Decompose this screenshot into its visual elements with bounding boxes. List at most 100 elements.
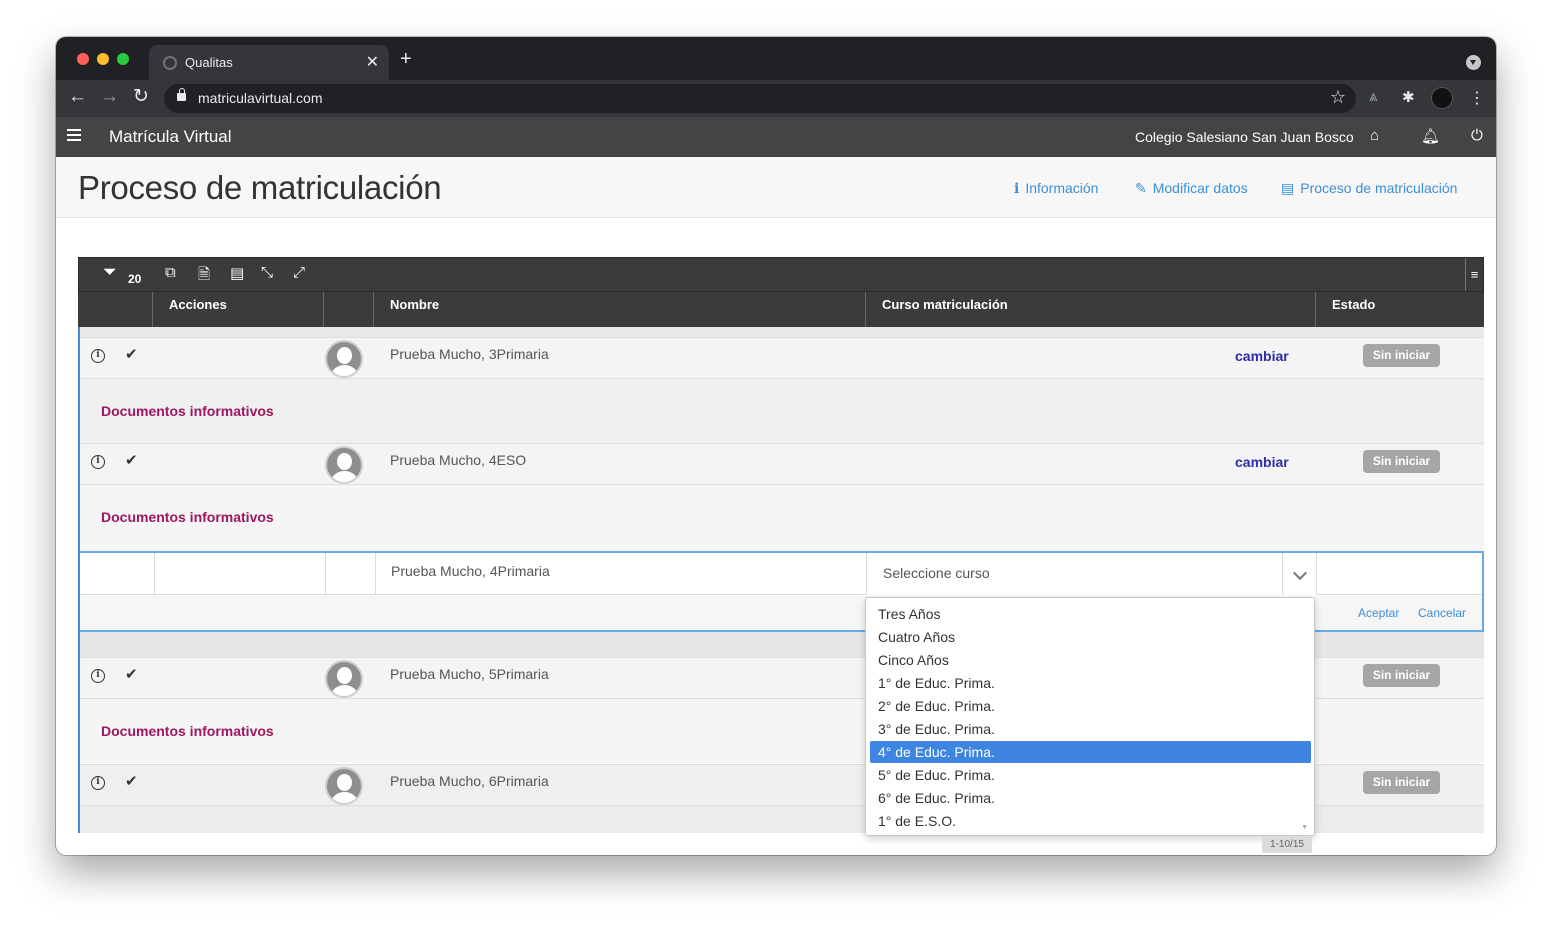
status-badge: Sin iniciar xyxy=(1363,664,1440,687)
info-icon: i xyxy=(1014,181,1020,197)
header-nombre[interactable]: Nombre xyxy=(373,292,865,327)
edit-row-fields: Prueba Mucho, 4Primaria Seleccione curso xyxy=(80,553,1482,595)
page-title: Proceso de matriculación xyxy=(78,169,442,206)
column-menu-icon[interactable]: ≡ xyxy=(1465,258,1483,291)
header-curso[interactable]: Curso matriculación xyxy=(865,292,1315,327)
avatar xyxy=(325,660,363,698)
header-avatar xyxy=(323,292,373,327)
header-acciones[interactable]: Acciones xyxy=(152,292,323,327)
info-documents-link[interactable]: Documentos informativos xyxy=(101,723,274,739)
puzzle-icon[interactable]: ✱ xyxy=(1402,88,1415,106)
copy-icon[interactable]: ⧉ xyxy=(165,264,176,281)
course-select[interactable]: Seleccione curso xyxy=(866,553,1317,595)
pdf-icon[interactable]: 🗎︎ xyxy=(198,264,210,289)
home-icon[interactable]: ⌂ xyxy=(1370,127,1379,144)
docs-row: Documentos informativos xyxy=(80,379,1484,443)
forward-icon[interactable]: → xyxy=(100,86,119,108)
info-documents-link[interactable]: Documentos informativos xyxy=(101,403,274,419)
enrollment-process-link[interactable]: ▤ Proceso de matriculación xyxy=(1281,180,1457,197)
hamburger-menu-icon[interactable] xyxy=(67,129,81,141)
check-icon[interactable]: ✔ xyxy=(125,772,138,790)
edit-icon: ✎ xyxy=(1135,180,1147,196)
check-icon[interactable]: ✔ xyxy=(125,451,138,469)
header-info xyxy=(78,292,152,327)
avatar xyxy=(325,767,363,805)
tab-strip: Qualitas ✕ + xyxy=(56,37,1496,80)
course-option[interactable]: 2° de Educ. Prima. xyxy=(870,695,1311,717)
school-name: Colegio Salesiano San Juan Bosco xyxy=(1135,129,1354,145)
window-controls xyxy=(77,53,129,65)
lock-icon xyxy=(177,88,186,101)
chevron-down-icon[interactable] xyxy=(1282,553,1316,595)
course-option[interactable]: 1° de Educ. Prima. xyxy=(870,672,1311,694)
info-link-label: Información xyxy=(1025,180,1099,196)
minimize-window-button[interactable] xyxy=(97,53,109,65)
table-row[interactable]: i ✔ Prueba Mucho, 3Primaria cambiar Sin … xyxy=(80,337,1484,379)
bookmark-star-icon[interactable]: ☆ xyxy=(1330,87,1346,108)
grid-header: Acciones Nombre Curso matriculación Esta… xyxy=(78,292,1484,327)
browser-tab[interactable]: Qualitas ✕ xyxy=(149,45,389,80)
course-option[interactable]: 3° de Educ. Prima. xyxy=(870,718,1311,740)
info-link[interactable]: i Información xyxy=(1014,180,1098,197)
enrollment-process-label: Proceso de matriculación xyxy=(1300,180,1458,196)
info-documents-link[interactable]: Documentos informativos xyxy=(101,509,274,525)
back-icon[interactable]: ← xyxy=(68,86,87,108)
expand-icon[interactable]: ⤢ xyxy=(293,264,305,281)
edit-data-label: Modificar datos xyxy=(1152,180,1248,196)
tab-search-icon[interactable] xyxy=(1466,55,1481,70)
page-header: Proceso de matriculación i Información ✎ M… xyxy=(56,157,1496,218)
id-card-icon: ▤ xyxy=(1281,180,1295,196)
accept-button[interactable]: Aceptar xyxy=(1358,606,1399,620)
reload-icon[interactable]: ↻ xyxy=(133,86,149,108)
course-dropdown-list: Tres Años Cuatro Años Cinco Años 1° de Educ… xyxy=(865,597,1315,836)
course-option[interactable]: Cuatro Años xyxy=(870,626,1311,648)
student-name: Prueba Mucho, 6Primaria xyxy=(390,773,549,789)
check-icon[interactable]: ✔ xyxy=(125,345,138,363)
url-text: matriculavirtual.com xyxy=(198,90,323,106)
status-badge: Sin iniciar xyxy=(1363,450,1440,473)
power-icon[interactable]: ⏻ xyxy=(1471,127,1483,144)
student-name: Prueba Mucho, 4Primaria xyxy=(391,563,550,579)
profile-avatar[interactable] xyxy=(1431,87,1453,109)
info-circle-icon[interactable]: i xyxy=(91,455,105,469)
bell-icon[interactable]: 🔔︎ xyxy=(1421,127,1440,145)
check-icon[interactable]: ✔ xyxy=(125,665,138,683)
globe-icon xyxy=(163,56,177,70)
browser-menu-icon[interactable]: ⋮ xyxy=(1469,88,1485,108)
student-name: Prueba Mucho, 4ESO xyxy=(390,452,527,468)
document-icon[interactable]: ▤ xyxy=(230,264,244,282)
info-circle-icon[interactable]: i xyxy=(91,349,105,363)
course-option[interactable]: Cinco Años xyxy=(870,649,1311,671)
filter-icon[interactable]: ⏷ xyxy=(103,262,117,282)
cell-divider xyxy=(154,553,155,595)
row-spacer xyxy=(80,327,1484,337)
course-option[interactable]: 4° de Educ. Prima. xyxy=(870,741,1311,763)
close-tab-icon[interactable]: ✕ xyxy=(366,52,379,72)
info-circle-icon[interactable]: i xyxy=(91,669,105,683)
change-course-link[interactable]: cambiar xyxy=(1235,348,1289,364)
course-option[interactable]: Tres Años xyxy=(870,603,1311,625)
scroll-down-icon[interactable]: ▼ xyxy=(1301,824,1308,831)
close-window-button[interactable] xyxy=(77,53,89,65)
course-option[interactable]: 1° de E.S.O. xyxy=(870,810,1311,832)
edit-data-link[interactable]: ✎ Modificar datos xyxy=(1135,180,1248,197)
info-circle-icon[interactable]: i xyxy=(91,776,105,790)
docs-row: Documentos informativos xyxy=(80,485,1484,551)
browser-window: Qualitas ✕ + ← → ↻ matriculavirtual.com … xyxy=(56,37,1496,855)
collapse-icon[interactable]: ⤡ xyxy=(261,264,273,281)
pager-label: 1-10/15 xyxy=(1262,837,1312,853)
browser-toolbar: ← → ↻ matriculavirtual.com ☆ ⩓ ✱ ⋮ xyxy=(56,80,1496,117)
extension-icon[interactable]: ⩓ xyxy=(1369,88,1377,105)
course-option[interactable]: 5° de Educ. Prima. xyxy=(870,764,1311,786)
change-course-link[interactable]: cambiar xyxy=(1235,454,1289,470)
course-select-value: Seleccione curso xyxy=(883,565,990,581)
address-bar[interactable]: matriculavirtual.com ☆ xyxy=(164,84,1356,113)
header-estado[interactable]: Estado xyxy=(1315,292,1484,327)
new-tab-button[interactable]: + xyxy=(400,49,412,69)
table-row[interactable]: i ✔ Prueba Mucho, 4ESO cambiar Sin inici… xyxy=(80,443,1484,485)
course-option[interactable]: 6° de Educ. Prima. xyxy=(870,787,1311,809)
maximize-window-button[interactable] xyxy=(117,53,129,65)
cell-divider xyxy=(375,553,376,595)
cancel-button[interactable]: Cancelar xyxy=(1418,606,1466,620)
cell-divider xyxy=(325,553,326,595)
